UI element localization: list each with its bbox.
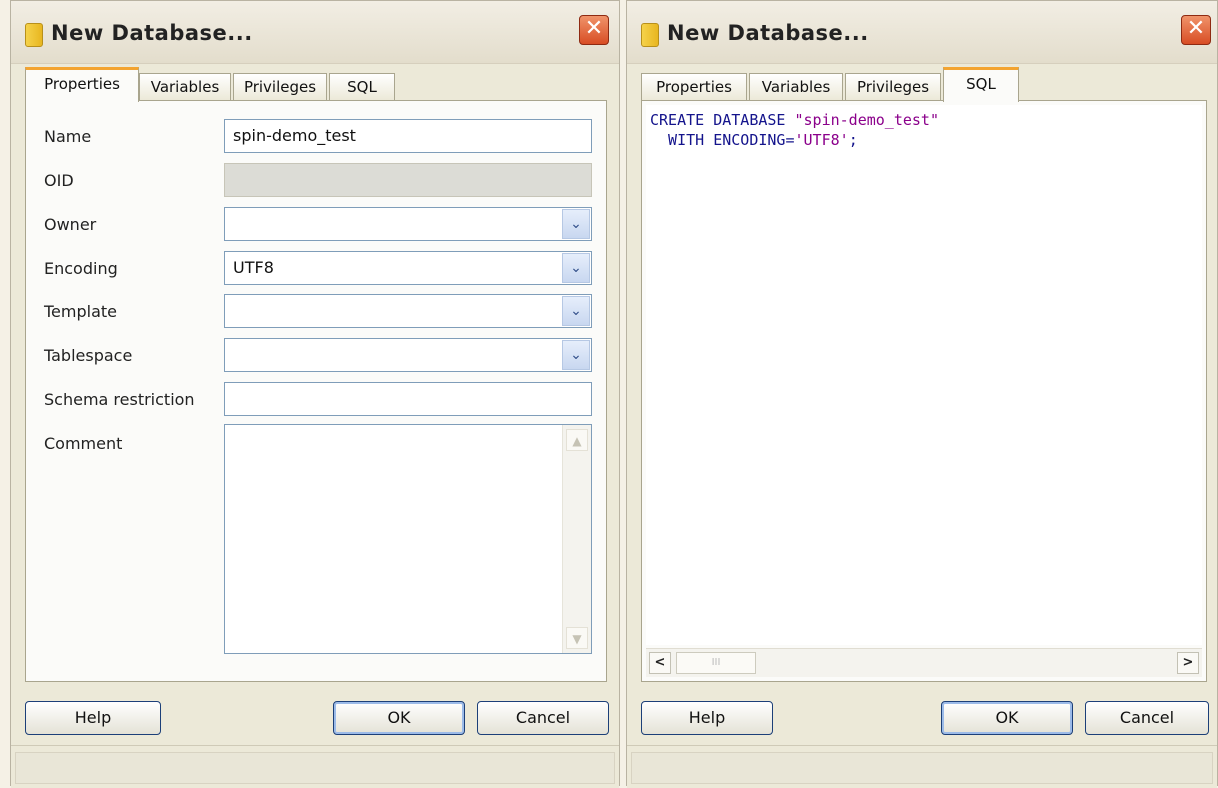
schema-restriction-field[interactable] — [224, 382, 592, 416]
properties-panel: Name spin-demo_test OID Owner ⌄ Encoding… — [25, 100, 607, 682]
tab-properties[interactable]: Properties — [25, 67, 139, 102]
chevron-down-icon[interactable]: ⌄ — [562, 296, 590, 326]
tab-variables[interactable]: Variables — [139, 73, 231, 100]
scroll-down-icon[interactable]: ▼ — [566, 627, 588, 649]
database-icon — [25, 23, 43, 47]
sql-panel: CREATE DATABASE "spin-demo_test" WITH EN… — [641, 100, 1207, 682]
tab-sql[interactable]: SQL — [943, 67, 1019, 102]
sql-line-1: CREATE DATABASE "spin-demo_test" — [650, 111, 939, 129]
status-bar — [627, 745, 1217, 788]
new-database-dialog-sql: New Database... ✕ Properties Variables P… — [626, 0, 1218, 788]
encoding-label: Encoding — [44, 259, 118, 278]
owner-label: Owner — [44, 215, 97, 234]
encoding-value: UTF8 — [233, 258, 274, 277]
sql-string: 'UTF8' — [794, 131, 849, 149]
cancel-button[interactable]: Cancel — [477, 701, 609, 735]
database-icon — [641, 23, 659, 47]
status-pane — [631, 752, 1213, 784]
vertical-scrollbar[interactable]: ▲ ▼ — [562, 425, 591, 653]
sql-keyword: WITH ENCODING= — [650, 131, 795, 149]
status-bar — [11, 745, 619, 788]
tab-bar: Properties Variables Privileges SQL — [25, 67, 605, 102]
tablespace-select[interactable]: ⌄ — [224, 338, 592, 372]
sql-terminator: ; — [848, 131, 858, 149]
ok-button[interactable]: OK — [941, 701, 1073, 735]
tab-bar: Properties Variables Privileges SQL — [641, 67, 1203, 102]
new-database-dialog-properties: New Database... ✕ Properties Variables P… — [10, 0, 620, 788]
chevron-down-icon[interactable]: ⌄ — [562, 253, 590, 283]
sql-line-2: WITH ENCODING='UTF8'; — [650, 131, 858, 149]
comment-label: Comment — [44, 434, 123, 453]
scroll-right-icon[interactable]: > — [1177, 652, 1199, 674]
name-field[interactable]: spin-demo_test — [224, 119, 592, 153]
scroll-thumb[interactable]: III — [676, 652, 756, 674]
comment-textarea[interactable]: ▲ ▼ — [224, 424, 592, 654]
ok-button[interactable]: OK — [333, 701, 465, 735]
sql-keyword: CREATE DATABASE — [650, 111, 795, 129]
scroll-left-icon[interactable]: < — [649, 652, 671, 674]
cancel-button[interactable]: Cancel — [1085, 701, 1209, 735]
chevron-down-icon[interactable]: ⌄ — [562, 209, 590, 239]
oid-label: OID — [44, 171, 74, 190]
help-button[interactable]: Help — [25, 701, 161, 735]
help-button[interactable]: Help — [641, 701, 773, 735]
encoding-select[interactable]: UTF8 ⌄ — [224, 251, 592, 285]
close-button[interactable]: ✕ — [1181, 15, 1211, 45]
sql-editor[interactable]: CREATE DATABASE "spin-demo_test" WITH EN… — [646, 105, 1202, 645]
owner-select[interactable]: ⌄ — [224, 207, 592, 241]
status-pane — [15, 752, 615, 784]
tab-variables[interactable]: Variables — [749, 73, 843, 100]
sql-string: "spin-demo_test" — [794, 111, 940, 129]
tab-sql[interactable]: SQL — [329, 73, 395, 100]
template-label: Template — [44, 302, 118, 321]
dialog-title: New Database... — [667, 21, 869, 45]
tab-privileges[interactable]: Privileges — [845, 73, 941, 100]
dialog-title: New Database... — [51, 21, 253, 45]
tablespace-label: Tablespace — [44, 346, 133, 365]
tab-privileges[interactable]: Privileges — [233, 73, 327, 100]
close-button[interactable]: ✕ — [579, 15, 609, 45]
schema-restriction-label: Schema restriction — [44, 390, 195, 409]
name-label: Name — [44, 127, 92, 146]
oid-field — [224, 163, 592, 197]
template-select[interactable]: ⌄ — [224, 294, 592, 328]
scroll-up-icon[interactable]: ▲ — [566, 429, 588, 451]
tab-properties[interactable]: Properties — [641, 73, 747, 100]
chevron-down-icon[interactable]: ⌄ — [562, 340, 590, 370]
title-bar[interactable]: New Database... ✕ — [627, 1, 1217, 64]
title-bar[interactable]: New Database... ✕ — [11, 1, 619, 64]
horizontal-scrollbar[interactable]: < III > — [646, 648, 1202, 677]
